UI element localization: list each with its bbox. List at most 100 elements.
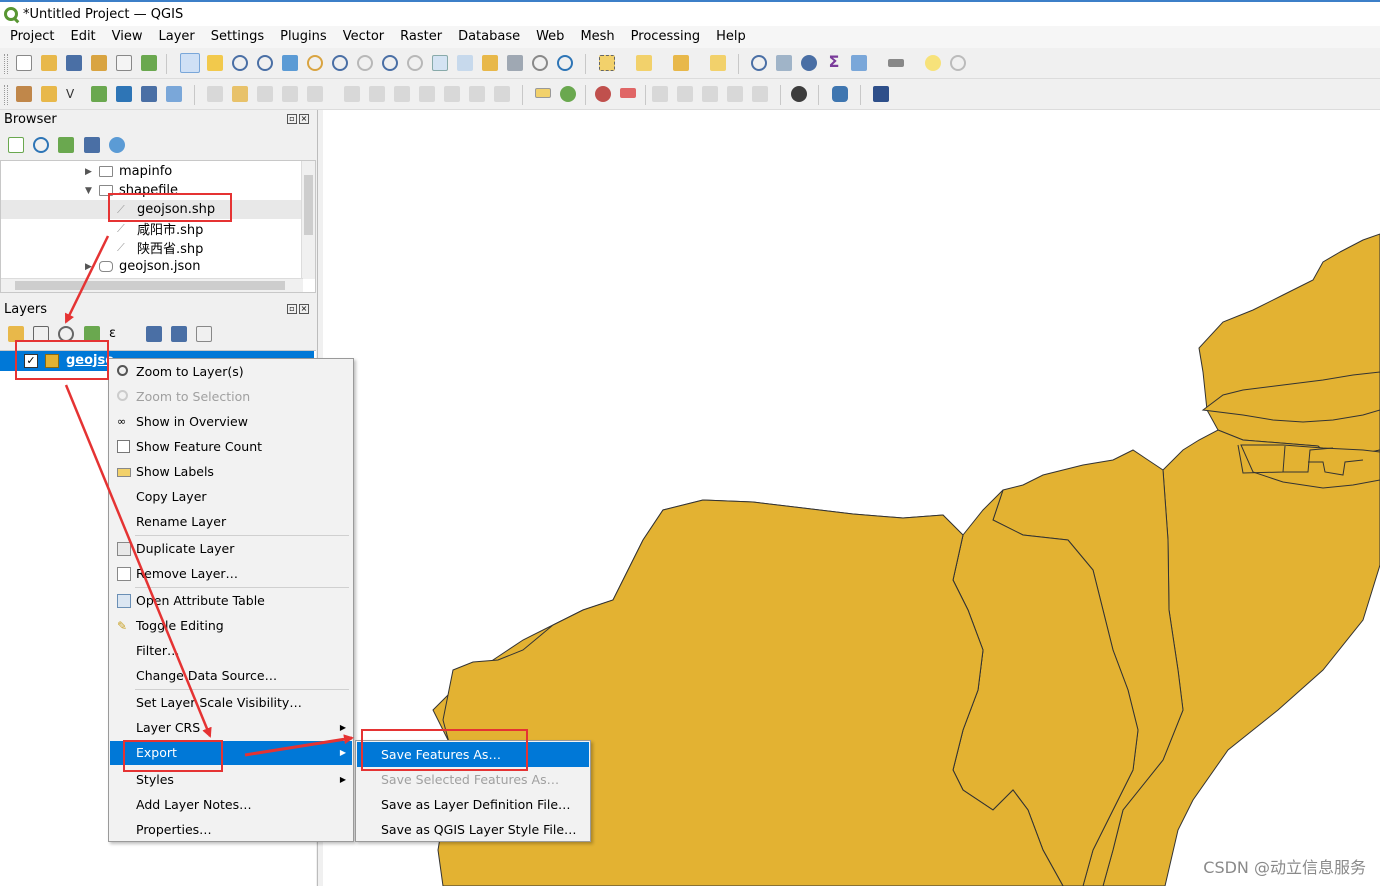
menu-processing[interactable]: Processing (623, 27, 708, 47)
open-attribute-table-icon[interactable] (776, 55, 792, 71)
select-by-value-icon[interactable] (636, 55, 652, 71)
browser-horizontal-scrollbar[interactable] (1, 278, 303, 292)
statistical-summary-icon[interactable]: Σ (826, 54, 842, 70)
toolbar-grip[interactable] (4, 54, 8, 74)
label-toolbar-icon[interactable] (535, 88, 551, 98)
move-diagram-icon[interactable] (752, 86, 768, 102)
refresh-browser-icon[interactable] (33, 137, 49, 153)
menu-view[interactable]: View (104, 27, 151, 47)
toggle-editing-icon[interactable] (232, 86, 248, 102)
save-edits-icon[interactable] (257, 86, 273, 102)
zoom-next-icon[interactable] (407, 55, 423, 71)
filter-by-expression-icon[interactable]: ε (109, 326, 125, 342)
menu-item-zoom-to-selection[interactable]: Zoom to Selection (110, 385, 352, 409)
menu-item-zoom-to-layers[interactable]: Zoom to Layer(s) (110, 360, 352, 384)
add-wfs-layer-icon[interactable] (166, 86, 182, 102)
show-bookmarks-icon[interactable] (507, 55, 523, 71)
vertex-tool-icon[interactable] (307, 86, 323, 102)
python-console-icon[interactable] (832, 86, 848, 102)
menu-edit[interactable]: Edit (62, 27, 103, 47)
processing-toolbox-icon[interactable] (801, 55, 817, 71)
menu-item-duplicate-layer[interactable]: Duplicate Layer (110, 537, 352, 561)
add-selected-layers-icon[interactable] (8, 137, 24, 153)
menu-item-properties[interactable]: Properties… (110, 818, 352, 842)
zoom-full-icon[interactable] (282, 55, 298, 71)
redo-icon[interactable] (494, 86, 510, 102)
cut-features-icon[interactable] (394, 86, 410, 102)
globe-plugin-icon[interactable] (791, 86, 807, 102)
menu-plugins[interactable]: Plugins (272, 27, 335, 47)
tree-item-mapinfo[interactable]: ▶ mapinfo (85, 162, 172, 181)
annotation-icon[interactable] (950, 55, 966, 71)
float-panel-icon[interactable]: ▫ (287, 114, 297, 124)
current-edits-icon[interactable] (207, 86, 223, 102)
refresh-icon[interactable] (557, 55, 573, 71)
measure-line-icon[interactable] (888, 59, 904, 67)
menu-settings[interactable]: Settings (203, 27, 272, 47)
open-project-icon[interactable] (41, 55, 57, 71)
move-label-icon[interactable] (652, 86, 668, 102)
collapse-all-icon[interactable] (84, 137, 100, 153)
tree-item-shaanxi-shp[interactable]: ⟋ 陕西省.shp (117, 238, 203, 257)
close-panel-icon[interactable]: × (299, 114, 309, 124)
menu-database[interactable]: Database (450, 27, 528, 47)
pin-labels-icon[interactable] (595, 86, 611, 102)
add-wms-layer-icon[interactable] (141, 86, 157, 102)
menu-item-remove-layer[interactable]: Remove Layer… (110, 562, 352, 586)
new-map-view-icon[interactable] (432, 55, 448, 71)
zoom-out-icon[interactable] (257, 55, 273, 71)
add-feature-icon[interactable] (282, 86, 298, 102)
new-bookmark-icon[interactable] (482, 55, 498, 71)
data-source-manager-icon[interactable] (16, 86, 32, 102)
menu-help[interactable]: Help (708, 27, 754, 47)
add-vector-layer-icon[interactable]: V (66, 86, 82, 102)
highlight-pinned-icon[interactable] (620, 88, 636, 98)
submenu-item-save-layer-definition[interactable]: Save as Layer Definition File… (357, 792, 589, 817)
rotate-label-icon[interactable] (677, 86, 693, 102)
menu-item-change-data-source[interactable]: Change Data Source… (110, 664, 352, 688)
menu-item-show-feature-count[interactable]: Show Feature Count (110, 435, 352, 459)
menu-vector[interactable]: Vector (335, 27, 392, 47)
layout-manager-icon[interactable] (116, 55, 132, 71)
menu-item-layer-crs[interactable]: Layer CRS ▶ (110, 716, 352, 740)
float-panel-icon[interactable]: ▫ (287, 304, 297, 314)
menu-item-show-in-overview[interactable]: ∞ Show in Overview (110, 410, 352, 434)
remove-layer-icon[interactable] (196, 326, 212, 342)
delete-selected-icon[interactable] (369, 86, 385, 102)
menu-raster[interactable]: Raster (392, 27, 450, 47)
menu-project[interactable]: Project (2, 27, 62, 47)
menu-item-show-labels[interactable]: Show Labels (110, 460, 352, 484)
map-tips-icon[interactable] (925, 55, 941, 71)
menu-item-rename-layer[interactable]: Rename Layer (110, 510, 352, 534)
copy-features-icon[interactable] (419, 86, 435, 102)
menu-item-copy-layer[interactable]: Copy Layer (110, 485, 352, 509)
new-geopackage-layer-icon[interactable] (41, 86, 57, 102)
filter-browser-icon[interactable] (58, 137, 74, 153)
menu-item-open-attribute-table[interactable]: Open Attribute Table (110, 589, 352, 613)
deselect-features-icon[interactable] (673, 55, 689, 71)
browser-vertical-scrollbar[interactable] (301, 161, 315, 279)
submenu-item-save-qgis-style[interactable]: Save as QGIS Layer Style File… (357, 817, 589, 842)
new-project-icon[interactable] (16, 55, 32, 71)
zoom-to-layer-icon[interactable] (332, 55, 348, 71)
show-hide-labels-icon[interactable] (727, 86, 743, 102)
zoom-native-icon[interactable] (357, 55, 373, 71)
expand-all-icon[interactable] (146, 326, 162, 342)
menu-item-add-layer-notes[interactable]: Add Layer Notes… (110, 793, 352, 817)
modify-attributes-icon[interactable] (344, 86, 360, 102)
paste-features-icon[interactable] (444, 86, 460, 102)
change-label-icon[interactable] (702, 86, 718, 102)
tree-item-geojson-json[interactable]: ▶ geojson.json (85, 257, 201, 276)
collapse-all-layers-icon[interactable] (171, 326, 187, 342)
menu-item-set-scale-visibility[interactable]: Set Layer Scale Visibility… (110, 691, 352, 715)
pan-map-icon[interactable] (180, 53, 200, 73)
menu-layer[interactable]: Layer (151, 27, 203, 47)
new-print-layout-icon[interactable] (91, 55, 107, 71)
select-features-icon[interactable] (599, 55, 615, 71)
open-field-calculator-icon[interactable] (851, 55, 867, 71)
zoom-to-selection-icon[interactable] (307, 55, 323, 71)
toolbar-grip[interactable] (4, 85, 8, 105)
add-raster-layer-icon[interactable] (91, 86, 107, 102)
zoom-last-icon[interactable] (382, 55, 398, 71)
menu-web[interactable]: Web (528, 27, 572, 47)
